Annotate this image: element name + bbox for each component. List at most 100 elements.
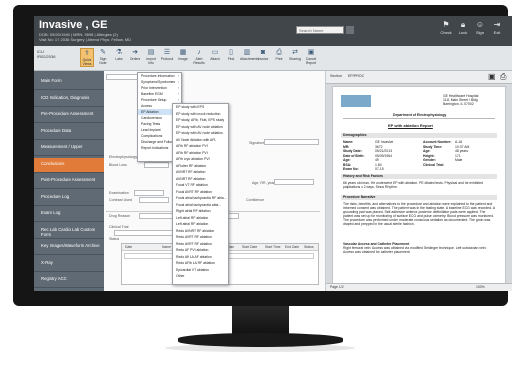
demographics-row: Clinical Trial: — [423, 162, 445, 167]
submenu-item[interactable]: Other — [173, 273, 228, 280]
stethoscope-icon: ⚕ — [85, 50, 89, 57]
sidebar-item[interactable]: Procedure Log — [34, 191, 104, 206]
submenu-item[interactable]: EP study, AFib, Flutt, EPS study — [173, 117, 228, 124]
export-icon[interactable]: ⎙ — [500, 72, 506, 82]
report-section-value[interactable]: EP/PROC — [348, 74, 364, 78]
narrative-title: Procedure Narrative — [343, 195, 376, 199]
label-drug-reason: Drug Reason — [109, 214, 131, 218]
toolbar-button-attach[interactable]: ▭ Attach — [208, 48, 222, 61]
bell-icon: ♪ — [197, 49, 201, 56]
report-section-label: Section — [330, 74, 342, 78]
toolbar-button-orders[interactable]: ➜ Orders — [128, 48, 142, 61]
toolbar-button-labs[interactable]: ⚗ Labs — [112, 48, 126, 61]
lock-icon: 🔒︎ — [460, 20, 466, 29]
contrast-field[interactable] — [139, 197, 169, 203]
sidebar-item[interactable]: Measurement / Upper — [34, 141, 104, 156]
sidebar: Main Form ICD Indication, Diagnosis Pre-Pr… — [34, 71, 104, 291]
flag-icon: ⚑ — [442, 20, 450, 29]
label-confidence: Confidence — [246, 198, 265, 202]
report-icon: ▣ — [307, 49, 315, 56]
patient-line-2: Visit No: 1? 2036 Surgery | Attend Phys:… — [39, 37, 132, 42]
location-label: ICU IR02/2036 — [37, 49, 56, 59]
list-icon: ☰ — [163, 49, 171, 56]
header-button-lock[interactable]: 🔒︎ Lock — [455, 20, 471, 35]
blood-loss-field[interactable] — [144, 162, 169, 168]
sidebar-item[interactable]: Exam Log — [34, 207, 104, 222]
toolbar-button-cancel-report[interactable]: ▣ Cancel Report — [304, 48, 318, 65]
doc-icon: ▯ — [229, 49, 233, 56]
narrative-text: The risks, benefits, and alternatives to… — [343, 202, 495, 226]
examination-field[interactable] — [134, 190, 164, 196]
report-panel: Section EP/PROC ▣ ⎙ GE Healthcare Hospit… — [326, 71, 512, 291]
toolbar-button-protocol[interactable]: ☰ Protocol — [160, 48, 174, 61]
submenu-item[interactable]: EP study with AV node ablation — [173, 130, 228, 137]
header-button-exit[interactable]: ⇥ Exit — [489, 20, 505, 35]
context-menu-secondary: EP study with EPS EP study with mock redu… — [172, 103, 229, 285]
age-field[interactable] — [274, 179, 314, 185]
label-blood-loss: Blood Loss — [109, 163, 127, 167]
header-button-check[interactable]: ⚑ Check — [438, 20, 454, 35]
report-toolbar: Section EP/PROC ▣ ⎙ — [326, 71, 512, 84]
history-title: History and Risk Factors — [343, 174, 383, 178]
label-signature: Signature — [249, 141, 265, 145]
report-document: GE Healthcare Hospital 1111 Main Street … — [332, 86, 506, 284]
grid-header-end-date: End Date — [285, 245, 300, 249]
demographics-row: Exam No: 07-15 — [343, 167, 384, 171]
sidebar-item[interactable]: Main Form — [34, 75, 104, 90]
toolbar-button-attachments[interactable]: ▥ Attachments — [240, 48, 259, 61]
sidebar-item[interactable]: Procedure Data — [34, 125, 104, 140]
submenu-item[interactable]: Focal atrial tachycardia RF abla... — [173, 195, 228, 202]
sidebar-item[interactable]: Post-Procedure Assessment — [34, 174, 104, 189]
toolbar-button-sign-note[interactable]: ✎ Sign Note — [96, 48, 110, 65]
toolbar-button-image[interactable]: ▦ Image — [176, 48, 190, 61]
toolbar-button-find[interactable]: ▯ Find — [224, 48, 238, 61]
toolbar-button-import-info[interactable]: ▤ Import Info — [144, 48, 158, 65]
sidebar-item[interactable]: X-Ray — [34, 257, 104, 272]
divider — [343, 118, 495, 119]
report-title: EP with ablation Report — [388, 123, 433, 128]
image-icon: ▦ — [179, 49, 187, 56]
toolbar-button-print[interactable]: ⎙ Print — [272, 48, 286, 61]
camera-icon: ◙ — [260, 49, 266, 56]
book-icon: ▥ — [243, 49, 251, 56]
screen: Invasive , GE DOB: 09/20/1940 | MRN: 969… — [34, 16, 512, 291]
monitor-bezel: Invasive , GE DOB: 09/20/1940 | MRN: 969… — [13, 5, 512, 306]
search-input[interactable]: Search Name — [296, 26, 344, 34]
toolbar-button-alert-results[interactable]: ♪ Alert Results — [192, 48, 206, 65]
sidebar-item[interactable]: Conclusions — [34, 157, 104, 173]
label-age: Age, RR, years — [252, 181, 277, 185]
share-icon: ⇄ — [292, 49, 298, 56]
grid-header-status: Status — [304, 245, 314, 249]
sidebar-item[interactable]: Pre-Procedure Assessment — [34, 108, 104, 123]
report-department: Department of Electrophysiology — [393, 113, 447, 117]
signature-field[interactable] — [264, 139, 319, 145]
label-status: Status — [109, 237, 120, 241]
search-button[interactable] — [346, 26, 354, 34]
label-examination: Examination — [109, 191, 129, 195]
report-statusbar: Page 1/2 100% — [326, 283, 512, 291]
chart-icon: ▤ — [147, 49, 155, 56]
toolbar: ICU IR02/2036 ⚕ Quick Views ✎ Sign Note ⚗ Labs… — [34, 46, 512, 71]
hospital-logo — [341, 95, 371, 107]
demographics-title: Demographics — [343, 133, 367, 137]
arrow-icon: ➜ — [132, 49, 138, 56]
monitor-base — [178, 333, 343, 347]
zoom-level[interactable]: 100% — [476, 285, 485, 289]
toolbar-button-quick-views[interactable]: ⚕ Quick Views — [80, 48, 94, 67]
grid-header-start-time: Start Time — [265, 245, 281, 249]
sidebar-item[interactable]: Registry ACC — [34, 273, 104, 288]
grid-header-date: Date — [125, 245, 133, 249]
app-header: Invasive , GE DOB: 09/20/1940 | MRN: 969… — [34, 16, 512, 46]
sidebar-item[interactable]: ICD Indication, Diagnosis — [34, 92, 104, 107]
monitor-neck — [232, 306, 289, 334]
toolbar-button-sharing[interactable]: ⇄ Sharing — [288, 48, 302, 61]
print-icon[interactable]: ▣ — [488, 72, 496, 81]
sidebar-item[interactable]: Key Images/Waveform Archive — [34, 240, 104, 255]
history-text: 66 years old man. He underwent EP with a… — [343, 181, 483, 189]
header-button-sign[interactable]: ☺ Sign — [472, 20, 488, 35]
printer-icon: ⎙ — [276, 49, 282, 56]
patient-name: Invasive , GE — [39, 19, 108, 31]
toolbar-button-invoice[interactable]: ◙ Invoice — [256, 48, 270, 61]
sidebar-item[interactable]: Rec Lab Cardio Lab Custom Form — [34, 224, 104, 239]
user-icon: ☺ — [475, 20, 485, 29]
